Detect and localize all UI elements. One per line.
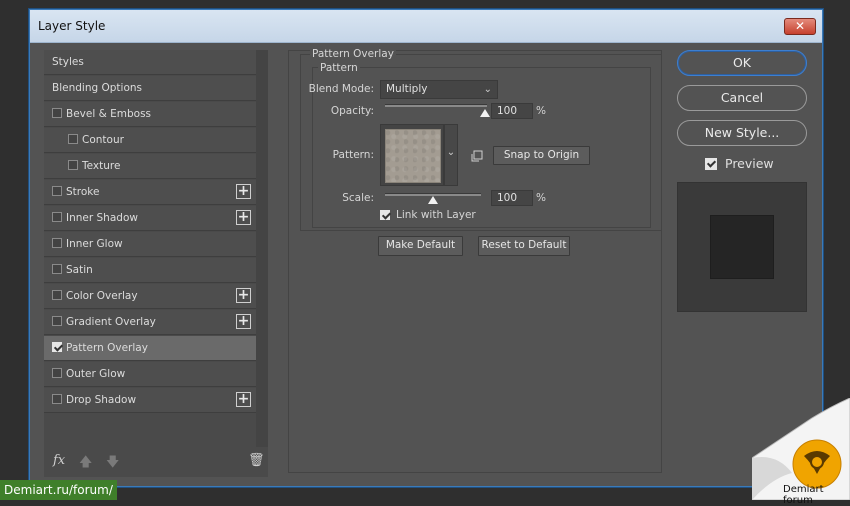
styles-list-scrollbar[interactable] xyxy=(256,50,268,447)
style-item-label: Outer Glow xyxy=(66,368,126,380)
dialog-body: Styles Blending Options Bevel & Emboss Cont… xyxy=(30,43,822,486)
chevron-down-icon: ⌄ xyxy=(446,147,456,158)
style-checkbox[interactable] xyxy=(52,186,62,196)
snap-to-origin-button[interactable]: Snap to Origin xyxy=(493,146,590,165)
style-item-label: Satin xyxy=(66,264,93,276)
opacity-slider-handle[interactable] xyxy=(480,109,490,117)
style-item-label: Gradient Overlay xyxy=(66,316,156,328)
style-item[interactable]: Satin xyxy=(44,258,256,283)
style-item[interactable]: Gradient Overlay + xyxy=(44,310,256,335)
style-item[interactable]: Inner Glow xyxy=(44,232,256,257)
opacity-label: Opacity: xyxy=(330,105,374,117)
pattern-dropdown[interactable]: ⌄ xyxy=(444,124,458,186)
watermark-url: Demiart.ru/forum/ xyxy=(0,480,117,500)
style-item[interactable]: Contour xyxy=(44,128,256,153)
style-checkbox[interactable] xyxy=(52,108,62,118)
chevron-down-icon: ⌄ xyxy=(483,84,492,95)
blend-mode-value: Multiply xyxy=(386,83,428,95)
preview-checkbox[interactable] xyxy=(705,158,717,170)
styles-list-footer: fx 🡅 🡇 🗑 xyxy=(44,447,268,477)
style-checkbox[interactable] xyxy=(52,394,62,404)
pattern-swatch[interactable] xyxy=(385,129,441,183)
style-checkbox[interactable] xyxy=(52,368,62,378)
window-title: Layer Style xyxy=(38,19,106,33)
preview-area xyxy=(677,182,807,312)
style-item-label: Inner Shadow xyxy=(66,212,138,224)
make-default-button[interactable]: Make Default xyxy=(378,236,463,256)
pattern-picker[interactable] xyxy=(380,124,444,186)
style-checkbox[interactable] xyxy=(68,134,78,144)
style-item[interactable]: Bevel & Emboss xyxy=(44,102,256,127)
pattern-label: Pattern: xyxy=(332,149,374,161)
style-item[interactable]: Pattern Overlay xyxy=(44,336,256,361)
style-item[interactable]: Inner Shadow + xyxy=(44,206,256,231)
add-effect-button[interactable]: + xyxy=(236,184,251,199)
style-item-label: Styles xyxy=(52,56,84,68)
style-item[interactable]: Styles xyxy=(44,50,256,75)
trash-icon[interactable]: 🗑 xyxy=(248,453,265,468)
style-checkbox[interactable] xyxy=(68,160,78,170)
preview-swatch xyxy=(710,215,774,279)
link-with-layer-label: Link with Layer xyxy=(396,209,476,221)
scale-unit: % xyxy=(536,192,546,204)
move-down-icon[interactable]: 🡇 xyxy=(106,453,119,475)
style-item[interactable]: Stroke + xyxy=(44,180,256,205)
style-item[interactable]: Outer Glow xyxy=(44,362,256,387)
style-item[interactable]: Texture xyxy=(44,154,256,179)
link-with-layer-checkbox[interactable] xyxy=(380,210,390,220)
style-checkbox[interactable] xyxy=(52,264,62,274)
scale-label: Scale: xyxy=(342,192,374,204)
scale-input[interactable]: 100 xyxy=(491,190,533,206)
add-effect-button[interactable]: + xyxy=(236,314,251,329)
title-bar: Layer Style ✕ xyxy=(30,10,822,43)
add-effect-button[interactable]: + xyxy=(236,210,251,225)
style-checkbox[interactable] xyxy=(52,316,62,326)
style-item-label: Pattern Overlay xyxy=(66,342,148,354)
style-item-label: Color Overlay xyxy=(66,290,138,302)
style-checkbox[interactable] xyxy=(52,342,62,352)
new-style-button[interactable]: New Style... xyxy=(677,120,807,146)
style-item-label: Texture xyxy=(82,160,121,172)
reset-to-default-button[interactable]: Reset to Default xyxy=(478,236,570,256)
watermark-label: Demiart forum xyxy=(783,484,824,506)
opacity-slider[interactable] xyxy=(385,104,487,107)
styles-list: Styles Blending Options Bevel & Emboss Cont… xyxy=(44,50,256,447)
opacity-unit: % xyxy=(536,105,546,117)
style-checkbox[interactable] xyxy=(52,212,62,222)
add-effect-button[interactable]: + xyxy=(236,392,251,407)
blend-mode-select[interactable]: Multiply ⌄ xyxy=(380,80,498,99)
blend-mode-label: Blend Mode: xyxy=(308,83,374,95)
move-up-icon[interactable]: 🡅 xyxy=(79,453,92,475)
new-preset-icon[interactable] xyxy=(471,150,483,162)
fx-icon[interactable]: fx xyxy=(53,453,65,468)
ok-button[interactable]: OK xyxy=(677,50,807,76)
close-button[interactable]: ✕ xyxy=(784,18,816,35)
style-item-label: Drop Shadow xyxy=(66,394,137,406)
style-item[interactable]: Color Overlay + xyxy=(44,284,256,309)
group-title: Pattern xyxy=(318,62,360,74)
style-item-label: Bevel & Emboss xyxy=(66,108,152,120)
style-item-label: Contour xyxy=(82,134,124,146)
scale-slider-handle[interactable] xyxy=(428,196,438,204)
style-item-label: Inner Glow xyxy=(66,238,123,250)
add-effect-button[interactable]: + xyxy=(236,288,251,303)
cancel-button[interactable]: Cancel xyxy=(677,85,807,111)
style-item[interactable]: Blending Options xyxy=(44,76,256,101)
style-item-label: Blending Options xyxy=(52,82,142,94)
style-item-label: Stroke xyxy=(66,186,100,198)
style-item[interactable]: Drop Shadow + xyxy=(44,388,256,413)
opacity-input[interactable]: 100 xyxy=(491,103,533,119)
section-title: Pattern Overlay xyxy=(310,48,396,60)
preview-label: Preview xyxy=(725,156,774,171)
style-checkbox[interactable] xyxy=(52,290,62,300)
style-checkbox[interactable] xyxy=(52,238,62,248)
